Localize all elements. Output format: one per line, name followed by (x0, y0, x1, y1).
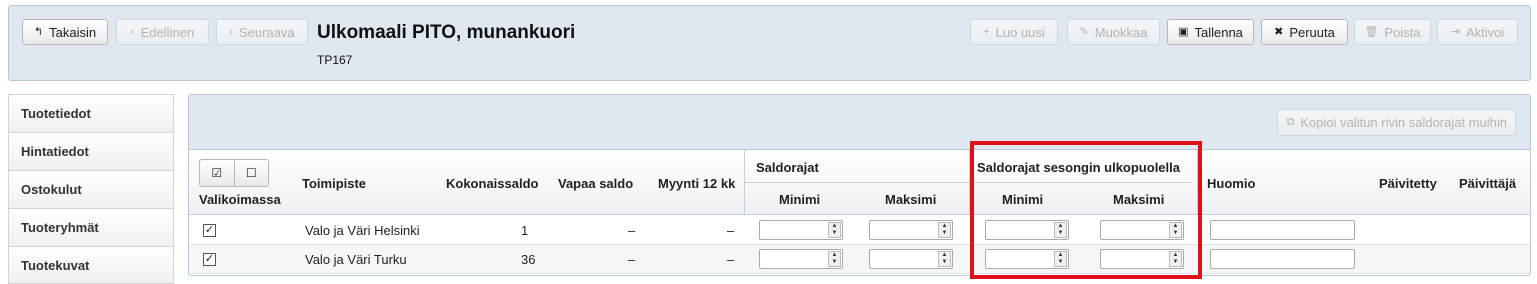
create-new-label: Luo uusi (995, 24, 1045, 40)
col-valikoimassa[interactable]: Valikoimassa (199, 192, 281, 207)
copy-icon: ⧉ (1286, 116, 1295, 128)
saldorajat-maksimi-input[interactable]: ▲ ▼ (869, 249, 953, 269)
table-header: ☑ ☐ Valikoimassa Toimipiste Kokonaissald… (189, 150, 1530, 215)
saldorajat-minimi-input[interactable]: ▲ ▼ (759, 249, 843, 269)
delete-button-label: Poista (1384, 24, 1421, 40)
col-paivitetty[interactable]: Päivitetty (1379, 176, 1437, 191)
sidebar-nav: Tuotetiedot Hintatiedot Ostokulut Tuoter… (8, 94, 174, 284)
spinner-arrows-icon[interactable]: ▲ ▼ (1169, 251, 1182, 267)
floppy-disk-icon: ▣ (1178, 25, 1189, 38)
spinner-arrows-icon[interactable]: ▲ ▼ (1169, 222, 1182, 238)
save-button[interactable]: ▣ Tallenna (1167, 19, 1254, 45)
toolbar-header: ↰ Takaisin ‹ Edellinen › Seuraava Ulkoma… (8, 5, 1531, 81)
activate-icon: ⇥ (1450, 25, 1460, 38)
sidebar-item-tuoteryhmat[interactable]: Tuoteryhmät (8, 208, 174, 246)
spinner-arrows-icon[interactable]: ▲ ▼ (1054, 222, 1067, 238)
table-row: ✓ Valo ja Väri Turku 36 – – ▲ ▼ ▲ ▼ ▲ ▼ ▲ ▼ (189, 245, 1530, 274)
chevron-right-icon: › (229, 25, 233, 38)
select-none-icon[interactable]: ☐ (235, 160, 269, 186)
toimipiste-cell: Valo ja Väri Turku (305, 252, 407, 267)
next-button-label: Seuraava (239, 24, 295, 40)
previous-button-label: Edellinen (140, 24, 195, 40)
saldorajat-maksimi-input[interactable]: ▲ ▼ (869, 220, 953, 240)
sidebar-item-label: Tuotekuvat (21, 257, 90, 273)
spinner-arrows-icon[interactable]: ▲ ▼ (828, 251, 841, 267)
col-sesonki-maksimi[interactable]: Maksimi (1113, 192, 1164, 207)
activate-button[interactable]: ⇥ Aktivoi (1437, 19, 1518, 45)
stock-panel: ⧉ Kopioi valitun rivin saldorajat muihin… (188, 94, 1531, 276)
col-toimipiste[interactable]: Toimipiste (302, 176, 366, 191)
col-myynti-12kk[interactable]: Myynti 12 kk (658, 176, 735, 191)
plus-icon: + (983, 25, 990, 38)
cancel-button-label: Peruuta (1289, 24, 1335, 40)
table-row: ✓ Valo ja Väri Helsinki 1 – – ▲ ▼ ▲ ▼ ▲ ▼ ▲… (189, 216, 1530, 245)
sidebar-item-tuotetiedot[interactable]: Tuotetiedot (8, 94, 174, 132)
col-paivittaja[interactable]: Päivittäjä (1459, 176, 1516, 191)
sidebar-item-label: Tuotetiedot (21, 106, 91, 121)
vapaa-saldo-cell: – (628, 223, 636, 238)
col-group-saldorajat: Saldorajat (756, 160, 819, 175)
saldorajat-minimi-input[interactable]: ▲ ▼ (759, 220, 843, 240)
col-saldorajat-maksimi[interactable]: Maksimi (885, 192, 936, 207)
myynti-cell: – (727, 223, 735, 238)
select-all-icon[interactable]: ☑ (200, 160, 235, 186)
back-button-label: Takaisin (49, 24, 97, 40)
copy-limits-label: Kopioi valitun rivin saldorajat muihin (1300, 115, 1507, 130)
valikoimassa-checkbox[interactable]: ✓ (203, 253, 216, 266)
sesonki-minimi-input[interactable]: ▲ ▼ (985, 220, 1069, 240)
activate-button-label: Aktivoi (1465, 24, 1505, 40)
sidebar-item-label: Hintatiedot (21, 144, 89, 159)
create-new-button[interactable]: + Luo uusi (970, 19, 1058, 45)
sidebar-item-label: Tuoteryhmät (21, 220, 99, 235)
spinner-arrows-icon[interactable]: ▲ ▼ (938, 251, 951, 267)
col-sesonki-minimi[interactable]: Minimi (1002, 192, 1043, 207)
chevron-left-icon: ‹ (130, 25, 135, 38)
sidebar-item-ostokulut[interactable]: Ostokulut (8, 170, 174, 208)
cancel-button[interactable]: ✖ Peruuta (1261, 19, 1348, 45)
col-group-sesonki: Saldorajat sesongin ulkopuolella (977, 160, 1180, 175)
edit-button-label: Muokkaa (1094, 24, 1148, 40)
copy-limits-button[interactable]: ⧉ Kopioi valitun rivin saldorajat muihin (1277, 109, 1516, 136)
myynti-cell: – (727, 252, 735, 267)
back-arrow-icon: ↰ (33, 25, 44, 38)
previous-button[interactable]: ‹ Edellinen (116, 19, 209, 45)
edit-button[interactable]: ✎ Muokkaa (1067, 19, 1160, 45)
col-saldorajat-minimi[interactable]: Minimi (779, 192, 820, 207)
spinner-arrows-icon[interactable]: ▲ ▼ (1054, 251, 1067, 267)
valikoimassa-checkbox[interactable]: ✓ (203, 224, 216, 237)
pencil-icon: ✎ (1079, 25, 1089, 38)
page-title: Ulkomaali PITO, munankuori (317, 22, 576, 43)
col-huomio[interactable]: Huomio (1207, 176, 1255, 191)
delete-button[interactable]: 🗑 Poista (1354, 19, 1431, 45)
huomio-input[interactable] (1210, 220, 1355, 240)
sesonki-maksimi-input[interactable]: ▲ ▼ (1100, 249, 1184, 269)
next-button[interactable]: › Seuraava (216, 19, 308, 45)
close-icon: ✖ (1274, 25, 1284, 38)
col-kokonaissaldo[interactable]: Kokonaissaldo (446, 176, 538, 191)
spinner-arrows-icon[interactable]: ▲ ▼ (938, 222, 951, 238)
vapaa-saldo-cell: – (628, 252, 636, 267)
kokonaissaldo-cell: 1 (521, 223, 529, 238)
save-button-label: Tallenna (1194, 24, 1243, 40)
toimipiste-cell: Valo ja Väri Helsinki (305, 223, 420, 238)
kokonaissaldo-cell: 36 (521, 252, 536, 267)
sesonki-maksimi-input[interactable]: ▲ ▼ (1100, 220, 1184, 240)
back-button[interactable]: ↰ Takaisin (22, 19, 108, 45)
selection-button-group: ☑ ☐ (199, 159, 269, 187)
trash-icon: 🗑 (1364, 25, 1379, 38)
col-vapaa-saldo[interactable]: Vapaa saldo (558, 176, 633, 191)
product-code: TP167 (317, 53, 353, 67)
sidebar-item-tuotekuvat[interactable]: Tuotekuvat (8, 246, 174, 284)
spinner-arrows-icon[interactable]: ▲ ▼ (828, 222, 841, 238)
sidebar-item-label: Ostokulut (21, 182, 82, 197)
huomio-input[interactable] (1210, 249, 1355, 269)
panel-toolbar: ⧉ Kopioi valitun rivin saldorajat muihin (189, 95, 1530, 150)
sidebar-item-hintatiedot[interactable]: Hintatiedot (8, 132, 174, 170)
sesonki-minimi-input[interactable]: ▲ ▼ (985, 249, 1069, 269)
